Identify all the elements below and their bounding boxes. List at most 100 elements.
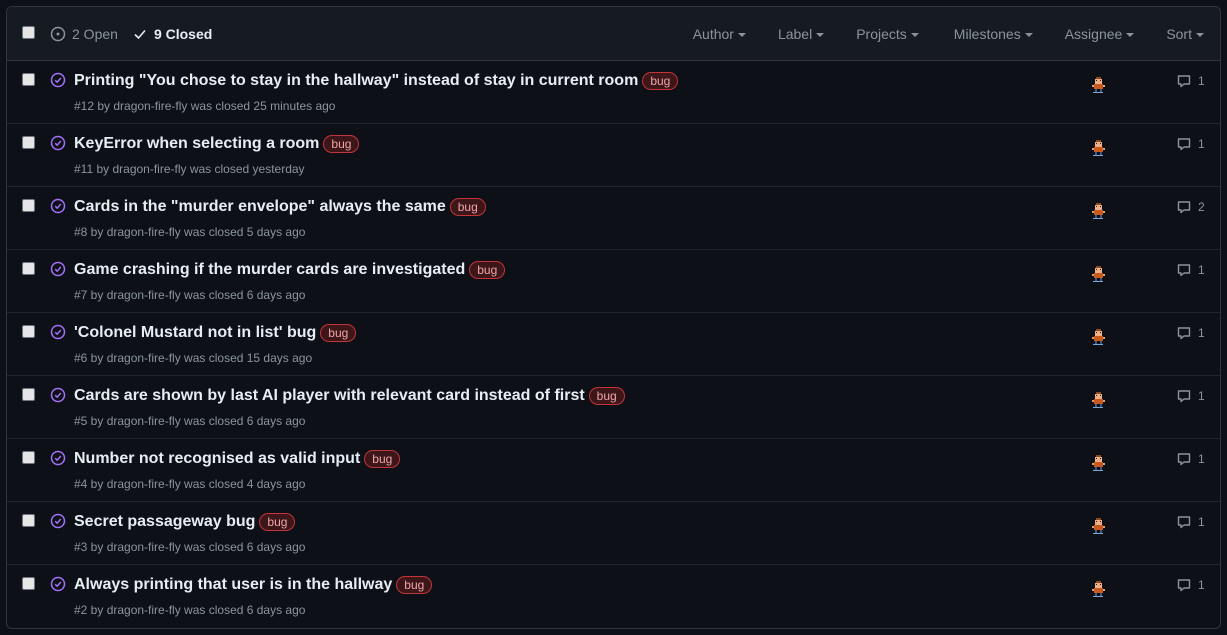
issues-header: 2 Open 9 Closed Author Label Projects Mi… — [7, 7, 1220, 61]
comments-link[interactable]: 1 — [1176, 514, 1205, 530]
issue-row: Printing "You chose to stay in the hallw… — [7, 61, 1220, 124]
comments-link[interactable]: 1 — [1176, 577, 1205, 593]
issue-closed-icon — [50, 450, 66, 466]
bug-label[interactable]: bug — [320, 324, 357, 342]
issue-meta: #12 by dragon-fire-fly was closed 25 min… — [74, 99, 336, 113]
avatar[interactable] — [1089, 76, 1107, 94]
issue-title[interactable]: Cards are shown by last AI player with r… — [74, 387, 585, 405]
issue-title[interactable]: Game crashing if the murder cards are in… — [74, 261, 465, 279]
issue-meta: #8 by dragon-fire-fly was closed 5 days … — [74, 225, 306, 239]
sort-filter[interactable]: Sort — [1166, 26, 1204, 42]
avatar[interactable] — [1089, 139, 1107, 157]
avatar[interactable] — [1089, 391, 1107, 409]
author-filter-label: Author — [692, 25, 734, 42]
issue-row: Cards are shown by last AI player with r… — [7, 376, 1220, 439]
issue-title-line: Always printing that user is in the hall… — [74, 576, 433, 594]
closed-issues-label: 9 Closed — [153, 25, 213, 42]
label-filter[interactable]: Label — [778, 26, 825, 42]
sort-filter-label: Sort — [1166, 25, 1192, 42]
issue-meta: #2 by dragon-fire-fly was closed 6 days … — [74, 603, 306, 617]
bug-label[interactable]: bug — [642, 72, 679, 90]
projects-filter[interactable]: Projects — [856, 26, 919, 42]
issue-title[interactable]: Always printing that user is in the hall… — [74, 576, 392, 594]
issue-checkbox[interactable] — [22, 199, 35, 212]
bug-label[interactable]: bug — [364, 450, 401, 468]
issue-row: Cards in the "murder envelope" always th… — [7, 187, 1220, 250]
comment-count: 1 — [1198, 452, 1205, 466]
filter-bar: Author Label Projects Milestones Assigne… — [693, 7, 1220, 60]
comment-count: 1 — [1198, 137, 1205, 151]
comment-count: 1 — [1198, 326, 1205, 340]
milestones-filter[interactable]: Milestones — [954, 26, 1033, 42]
issue-title-line: 'Colonel Mustard not in list' bug bug — [74, 324, 357, 342]
comment-count: 1 — [1198, 515, 1205, 529]
comments-link[interactable]: 1 — [1176, 388, 1205, 404]
bug-label[interactable]: bug — [469, 261, 506, 279]
issue-title[interactable]: Secret passageway bug — [74, 513, 255, 531]
comment-count: 1 — [1198, 389, 1205, 403]
comment-count: 1 — [1198, 74, 1205, 88]
issue-row: Secret passageway bug bug #3 by dragon-f… — [7, 502, 1220, 565]
issue-checkbox[interactable] — [22, 577, 35, 590]
issue-closed-icon — [50, 576, 66, 592]
avatar[interactable] — [1089, 202, 1107, 220]
issue-closed-icon — [50, 72, 66, 88]
issue-closed-icon — [50, 135, 66, 151]
comments-link[interactable]: 2 — [1176, 199, 1205, 215]
caret-down-icon — [1126, 32, 1135, 37]
assignee-filter[interactable]: Assignee — [1065, 26, 1135, 42]
bug-label[interactable]: bug — [396, 576, 433, 594]
bug-label[interactable]: bug — [588, 387, 625, 405]
issue-meta: #4 by dragon-fire-fly was closed 4 days … — [74, 477, 306, 491]
issue-checkbox[interactable] — [22, 388, 35, 401]
issue-title-line: KeyError when selecting a room bug — [74, 135, 360, 153]
state-toggle: 2 Open 9 Closed — [50, 7, 226, 60]
avatar[interactable] — [1089, 517, 1107, 535]
bug-label[interactable]: bug — [323, 135, 360, 153]
comment-icon — [1177, 327, 1191, 340]
issue-row: Always printing that user is in the hall… — [7, 565, 1220, 627]
comment-icon — [1177, 201, 1191, 214]
avatar[interactable] — [1089, 265, 1107, 283]
issue-title[interactable]: 'Colonel Mustard not in list' bug — [74, 324, 316, 342]
avatar[interactable] — [1089, 328, 1107, 346]
caret-down-icon — [910, 32, 919, 37]
bug-label[interactable]: bug — [259, 513, 296, 531]
closed-issues-link[interactable]: 9 Closed — [132, 26, 212, 42]
issue-title-line: Game crashing if the murder cards are in… — [74, 261, 506, 279]
comments-link[interactable]: 1 — [1176, 325, 1205, 341]
issue-checkbox[interactable] — [22, 451, 35, 464]
issue-checkbox[interactable] — [22, 73, 35, 86]
avatar[interactable] — [1089, 454, 1107, 472]
issue-title-line: Number not recognised as valid input bug — [74, 450, 401, 468]
issue-title[interactable]: Number not recognised as valid input — [74, 450, 360, 468]
open-issues-link[interactable]: 2 Open — [50, 26, 118, 42]
caret-down-icon — [816, 32, 825, 37]
issues-box: 2 Open 9 Closed Author Label Projects Mi… — [6, 6, 1221, 629]
author-filter[interactable]: Author — [693, 26, 746, 42]
issue-title[interactable]: Printing "You chose to stay in the hallw… — [74, 72, 638, 90]
comments-link[interactable]: 1 — [1176, 73, 1205, 89]
issue-checkbox[interactable] — [22, 136, 35, 149]
bug-label[interactable]: bug — [449, 198, 486, 216]
comments-link[interactable]: 1 — [1176, 451, 1205, 467]
comment-icon — [1177, 390, 1191, 403]
issue-checkbox[interactable] — [22, 325, 35, 338]
issue-title-line: Printing "You chose to stay in the hallw… — [74, 72, 679, 90]
comments-link[interactable]: 1 — [1176, 262, 1205, 278]
issue-checkbox[interactable] — [22, 262, 35, 275]
comments-link[interactable]: 1 — [1176, 136, 1205, 152]
comment-icon — [1177, 75, 1191, 88]
assignee-filter-label: Assignee — [1064, 25, 1123, 42]
select-all-checkbox[interactable] — [22, 26, 35, 39]
comment-icon — [1177, 579, 1191, 592]
issue-title-line: Cards in the "murder envelope" always th… — [74, 198, 486, 216]
issue-title-line: Secret passageway bug bug — [74, 513, 296, 531]
comment-count: 1 — [1198, 578, 1205, 592]
issue-title[interactable]: Cards in the "murder envelope" always th… — [74, 198, 446, 216]
issue-title[interactable]: KeyError when selecting a room — [74, 135, 319, 153]
caret-down-icon — [1196, 32, 1204, 37]
issue-checkbox[interactable] — [22, 514, 35, 527]
issue-meta: #6 by dragon-fire-fly was closed 15 days… — [74, 351, 313, 365]
avatar[interactable] — [1089, 580, 1107, 598]
